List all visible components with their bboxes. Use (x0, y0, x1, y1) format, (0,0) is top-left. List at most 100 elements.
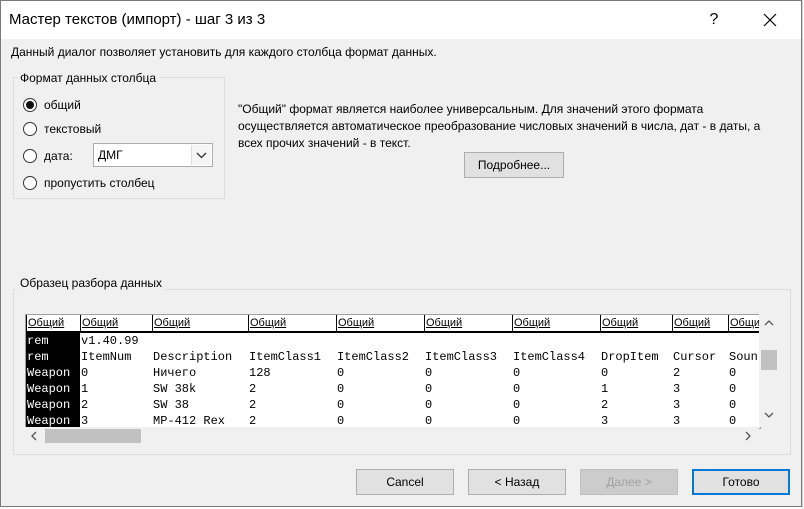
preview-column-8[interactable]: Общий Cursor 2 3 3 3 (672, 315, 728, 428)
vertical-scroll-thumb[interactable] (761, 350, 777, 370)
column-format-group-label: Формат данных столбца (17, 71, 160, 85)
radio-text-indicator[interactable] (23, 122, 37, 136)
title-bar: Мастер текстов (импорт) - шаг 3 из 3 ? (1, 1, 801, 39)
preview-cell: 0 (601, 366, 609, 380)
radio-skip-column[interactable]: пропустить столбец (23, 174, 155, 192)
preview-cell: 0 (729, 382, 737, 396)
preview-cell (248, 333, 336, 349)
preview-cell: 0 (513, 366, 521, 380)
radio-date-label: дата: (44, 149, 73, 163)
horizontal-scroll-thumb[interactable] (45, 429, 141, 443)
preview-column-1[interactable]: Общий v1.40.99 ItemNum 0 1 2 3 (80, 315, 152, 428)
preview-horizontal-scrollbar[interactable] (25, 427, 759, 445)
cancel-button[interactable]: Cancel (356, 469, 454, 495)
preview-column-0[interactable]: Общий rem rem Weapon Weapon Weapon Weapon (26, 315, 80, 428)
preview-cell: 0 (81, 366, 89, 380)
preview-cell: 2 (249, 398, 257, 412)
preview-column-header[interactable]: Общий (672, 315, 728, 331)
preview-cell: 1 (601, 382, 609, 396)
preview-column-header[interactable]: Общий (26, 315, 80, 331)
preview-cell (512, 333, 600, 349)
radio-skip-column-label: пропустить столбец (44, 176, 155, 190)
radio-text-label: текстовый (44, 122, 102, 136)
sheet-gridline (802, 0, 803, 509)
finish-button[interactable]: Готово (692, 469, 790, 495)
radio-date[interactable]: дата: (23, 147, 73, 165)
preview-cell: 0 (729, 366, 737, 380)
next-button: Далее > (580, 469, 678, 495)
preview-cell: 0 (513, 398, 521, 412)
scroll-right-icon[interactable] (743, 431, 753, 444)
preview-column-header[interactable]: Общий (424, 315, 512, 331)
scroll-down-icon[interactable] (764, 410, 774, 423)
radio-skip-column-indicator[interactable] (23, 176, 37, 190)
close-button[interactable] (755, 5, 785, 35)
preview-column-5[interactable]: Общий ItemClass3 0 0 0 0 (424, 315, 512, 428)
preview-cell: 0 (425, 398, 433, 412)
preview-column-6[interactable]: Общий ItemClass4 0 0 0 0 (512, 315, 600, 428)
preview-cell (728, 333, 760, 349)
radio-date-indicator[interactable] (23, 149, 37, 163)
preview-column-header[interactable]: Общий (336, 315, 424, 331)
preview-cell: Description (153, 350, 233, 364)
preview-cell: ItemClass4 (513, 350, 586, 364)
preview-column-4[interactable]: Общий ItemClass2 0 0 0 0 (336, 315, 424, 428)
preview-cell: SW 38 (153, 398, 190, 412)
preview-cell: Soun (729, 350, 758, 364)
preview-vertical-scrollbar[interactable] (759, 314, 779, 427)
dialog-description: Данный диалог позволяет установить для к… (11, 45, 437, 59)
help-button[interactable]: ? (699, 5, 729, 35)
radio-general-label: общий (44, 98, 81, 112)
format-info-text: "Общий" формат является наиболее универс… (238, 102, 761, 150)
preview-cell: 0 (337, 366, 345, 380)
preview-cell: Cursor (673, 350, 717, 364)
preview-cell: Ничего (153, 366, 197, 380)
preview-column-header[interactable]: Общий (152, 315, 248, 331)
preview-cell: rem (26, 333, 80, 349)
scroll-left-icon[interactable] (29, 431, 39, 444)
preview-column-header[interactable]: Общий (248, 315, 336, 331)
preview-cell: 3 (673, 398, 681, 412)
preview-cell: 0 (729, 398, 737, 412)
more-details-button[interactable]: Подробнее... (464, 152, 564, 178)
preview-cell: 0 (425, 382, 433, 396)
preview-cell: ItemClass3 (425, 350, 498, 364)
text-import-wizard-dialog: Мастер текстов (импорт) - шаг 3 из 3 ? Д… (0, 0, 802, 507)
back-button[interactable]: < Назад (468, 469, 566, 495)
preview-cell: 0 (337, 382, 345, 396)
preview-column-3[interactable]: Общий ItemClass1 128 2 2 2 (248, 315, 336, 428)
close-icon (763, 13, 777, 27)
preview-cell: 1 (81, 382, 89, 396)
radio-general[interactable]: общий (23, 96, 81, 114)
preview-cell: 2 (249, 382, 257, 396)
preview-cell: 0 (513, 382, 521, 396)
preview-cell: ItemNum (81, 350, 132, 364)
preview-cell: 2 (601, 398, 609, 412)
radio-text[interactable]: текстовый (23, 120, 101, 138)
preview-column-7[interactable]: Общий DropItem 0 1 2 3 (600, 315, 672, 428)
preview-column-header[interactable]: Общий (512, 315, 600, 331)
preview-cell: Weapon (26, 365, 80, 381)
data-preview-group-label: Образец разбора данных (17, 276, 166, 290)
preview-column-header[interactable]: Общий (80, 315, 152, 331)
date-format-select[interactable]: ДМГ (93, 143, 213, 167)
preview-cell: 2 (673, 366, 681, 380)
scroll-up-icon[interactable] (764, 318, 774, 331)
preview-column-header[interactable]: Общий (600, 315, 672, 331)
preview-cell: v1.40.99 (81, 334, 139, 348)
window-title: Мастер текстов (импорт) - шаг 3 из 3 (9, 11, 266, 28)
date-format-dropdown-button[interactable] (191, 145, 211, 165)
preview-column-header[interactable]: Общий (728, 315, 760, 331)
preview-cell (600, 333, 672, 349)
radio-general-indicator[interactable] (23, 98, 37, 112)
preview-cell (336, 333, 424, 349)
preview-cell: 0 (337, 398, 345, 412)
data-preview-table[interactable]: Общий rem rem Weapon Weapon Weapon Weapon Общий… (25, 314, 761, 429)
preview-cell: Weapon (26, 381, 80, 397)
preview-column-9[interactable]: ОбщийSoun0000 (728, 315, 760, 428)
preview-column-2[interactable]: Общий Description Ничего SW 38k SW 38 MP-412 … (152, 315, 248, 428)
preview-cell: 2 (81, 398, 89, 412)
preview-cell (672, 333, 728, 349)
chevron-down-icon (196, 152, 207, 159)
preview-cell: 0 (425, 366, 433, 380)
